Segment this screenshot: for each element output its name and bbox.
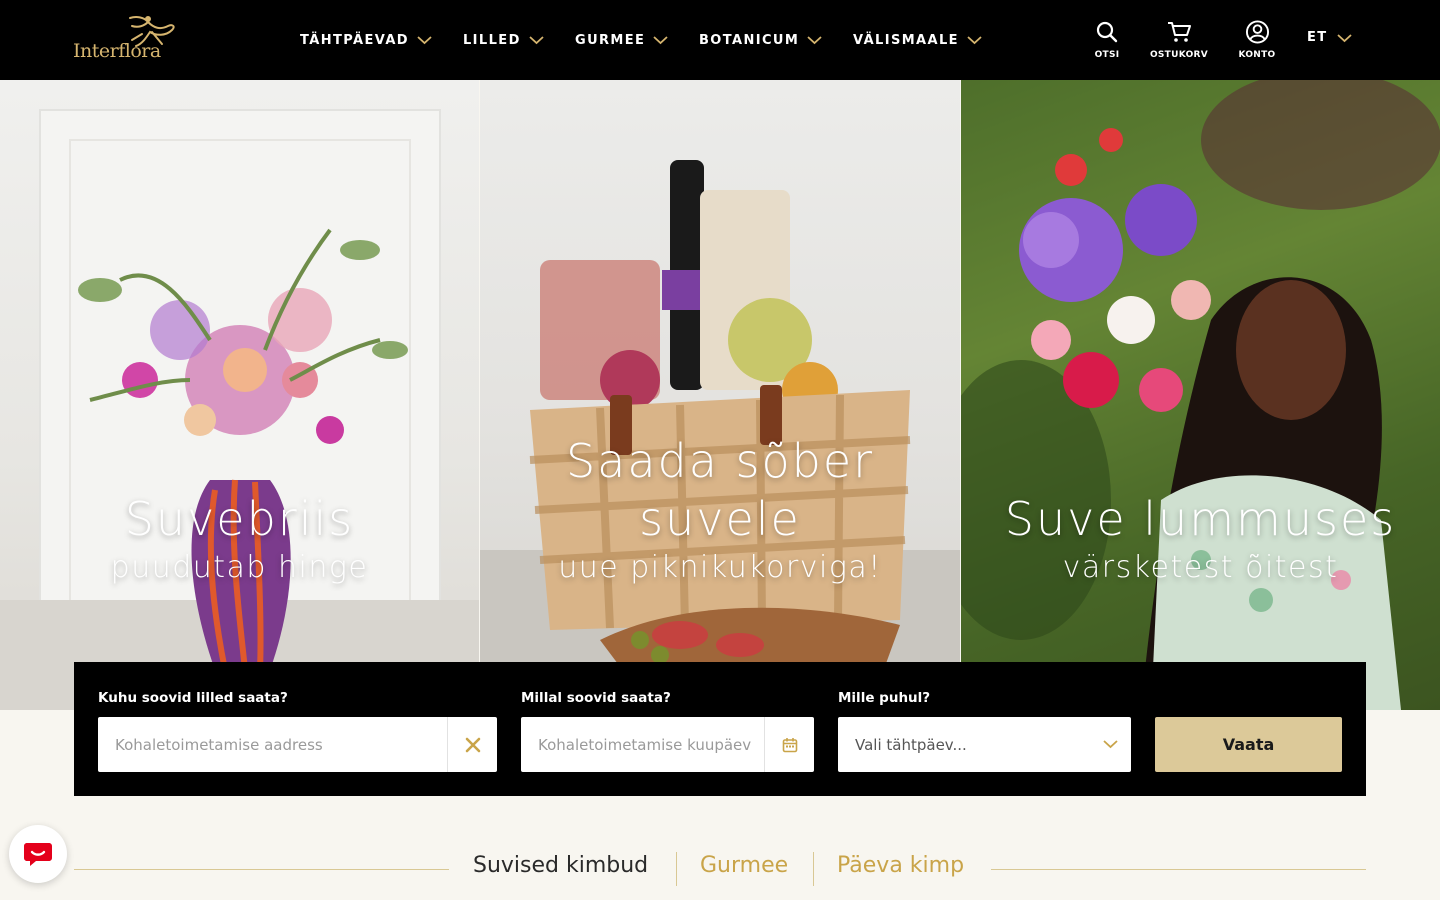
nav-label: LILLED — [463, 32, 521, 48]
language-label: ET — [1307, 30, 1328, 45]
site-header: Interflora TÄHTPÄEVAD LILLED GURMEE BOTA… — [0, 0, 1440, 80]
nav-label: BOTANICUM — [699, 32, 800, 48]
search-button[interactable]: OTSI — [1094, 20, 1120, 60]
hero-subheading: uue piknikukorviga! — [558, 550, 882, 585]
close-icon — [465, 737, 480, 752]
hero-heading: Suve lummuses — [1004, 492, 1397, 546]
hero-banner: Suvebriis puudutab hinge Saada sõber suv… — [0, 80, 1440, 710]
chevron-down-icon — [417, 36, 432, 45]
address-label: Kuhu soovid lilled saata? — [98, 690, 288, 706]
calendar-button[interactable] — [764, 717, 814, 772]
search-label: OTSI — [1094, 50, 1120, 60]
woman-with-bouquet-image — [961, 80, 1440, 710]
account-label: KONTO — [1238, 50, 1276, 60]
nav-label: VÄLISMAALE — [853, 32, 959, 48]
search-icon — [1096, 21, 1118, 43]
clear-address-button[interactable] — [447, 717, 497, 772]
chevron-down-icon — [807, 36, 822, 45]
account-icon — [1245, 20, 1269, 44]
hero-panel-picnic-basket[interactable]: Saada sõber suvele uue piknikukorviga! — [480, 80, 960, 710]
nav-botanicum[interactable]: BOTANICUM — [699, 30, 822, 50]
tab-separator — [676, 852, 677, 886]
tabs-divider-right — [991, 869, 1366, 870]
nav-gurmee[interactable]: GURMEE — [575, 30, 668, 50]
hero-heading: Suvebriis — [124, 492, 355, 546]
nav-label: TÄHTPÄEVAD — [300, 32, 409, 48]
cart-icon — [1168, 22, 1191, 42]
language-selector[interactable]: ET — [1307, 30, 1352, 45]
cart-label: OSTUKORV — [1149, 50, 1209, 60]
date-input[interactable] — [521, 717, 764, 772]
chat-bubble-icon — [24, 843, 52, 866]
chevron-down-icon — [1103, 740, 1118, 749]
chevron-down-icon — [1336, 33, 1352, 42]
hero-panel-summer-bouquet[interactable]: Suve lummuses värsketest õitest — [961, 80, 1440, 710]
tabs-divider-left — [74, 869, 449, 870]
calendar-icon — [782, 737, 797, 752]
picnic-basket-image — [480, 160, 960, 710]
tab-separator — [813, 852, 814, 886]
hero-subheading: puudutab hinge — [110, 550, 369, 585]
hero-heading-line1: Saada sõber — [565, 434, 875, 488]
date-label: Millal soovid saata? — [521, 690, 671, 706]
chevron-down-icon — [967, 36, 982, 45]
search-submit-button[interactable]: Vaata — [1155, 717, 1342, 772]
tab-gourmet[interactable]: Gurmee — [700, 853, 788, 878]
occasion-select[interactable]: Vali tähtpäev... — [838, 717, 1131, 772]
nav-label: GURMEE — [575, 32, 646, 48]
tab-bouquet-of-the-day[interactable]: Päeva kimp — [837, 853, 964, 878]
delivery-search-bar: Kuhu soovid lilled saata? Millal soovid … — [74, 662, 1366, 796]
occasion-value: Vali tähtpäev... — [855, 735, 967, 754]
date-field — [521, 717, 814, 772]
hero-heading-line2: suvele — [639, 492, 801, 546]
tab-summer-bouquets[interactable]: Suvised kimbud — [473, 853, 648, 878]
flower-vase-image — [0, 109, 479, 710]
hero-panel-summer-breeze[interactable]: Suvebriis puudutab hinge — [0, 80, 479, 710]
nav-lilled[interactable]: LILLED — [463, 30, 544, 50]
address-input[interactable] — [98, 717, 447, 772]
chevron-down-icon — [653, 36, 668, 45]
occasion-label: Mille puhul? — [838, 690, 931, 706]
nav-tahtpaevad[interactable]: TÄHTPÄEVAD — [300, 30, 432, 50]
nav-valismaale[interactable]: VÄLISMAALE — [853, 30, 982, 50]
chevron-down-icon — [529, 36, 544, 45]
address-field — [98, 717, 497, 772]
hero-title-2: Saada sõber suvele uue piknikukorviga! — [480, 432, 960, 588]
interflora-logo[interactable]: Interflora — [72, 14, 188, 68]
hero-title-1: Suvebriis puudutab hinge — [0, 490, 479, 588]
hero-title-3: Suve lummuses värsketest õitest — [961, 490, 1440, 588]
logo-wordmark: Interflora — [73, 40, 161, 62]
account-button[interactable]: KONTO — [1238, 20, 1276, 60]
live-chat-button[interactable] — [9, 825, 67, 883]
cart-button[interactable]: OSTUKORV — [1149, 20, 1209, 60]
hero-subheading: värsketest õitest — [1062, 550, 1339, 585]
